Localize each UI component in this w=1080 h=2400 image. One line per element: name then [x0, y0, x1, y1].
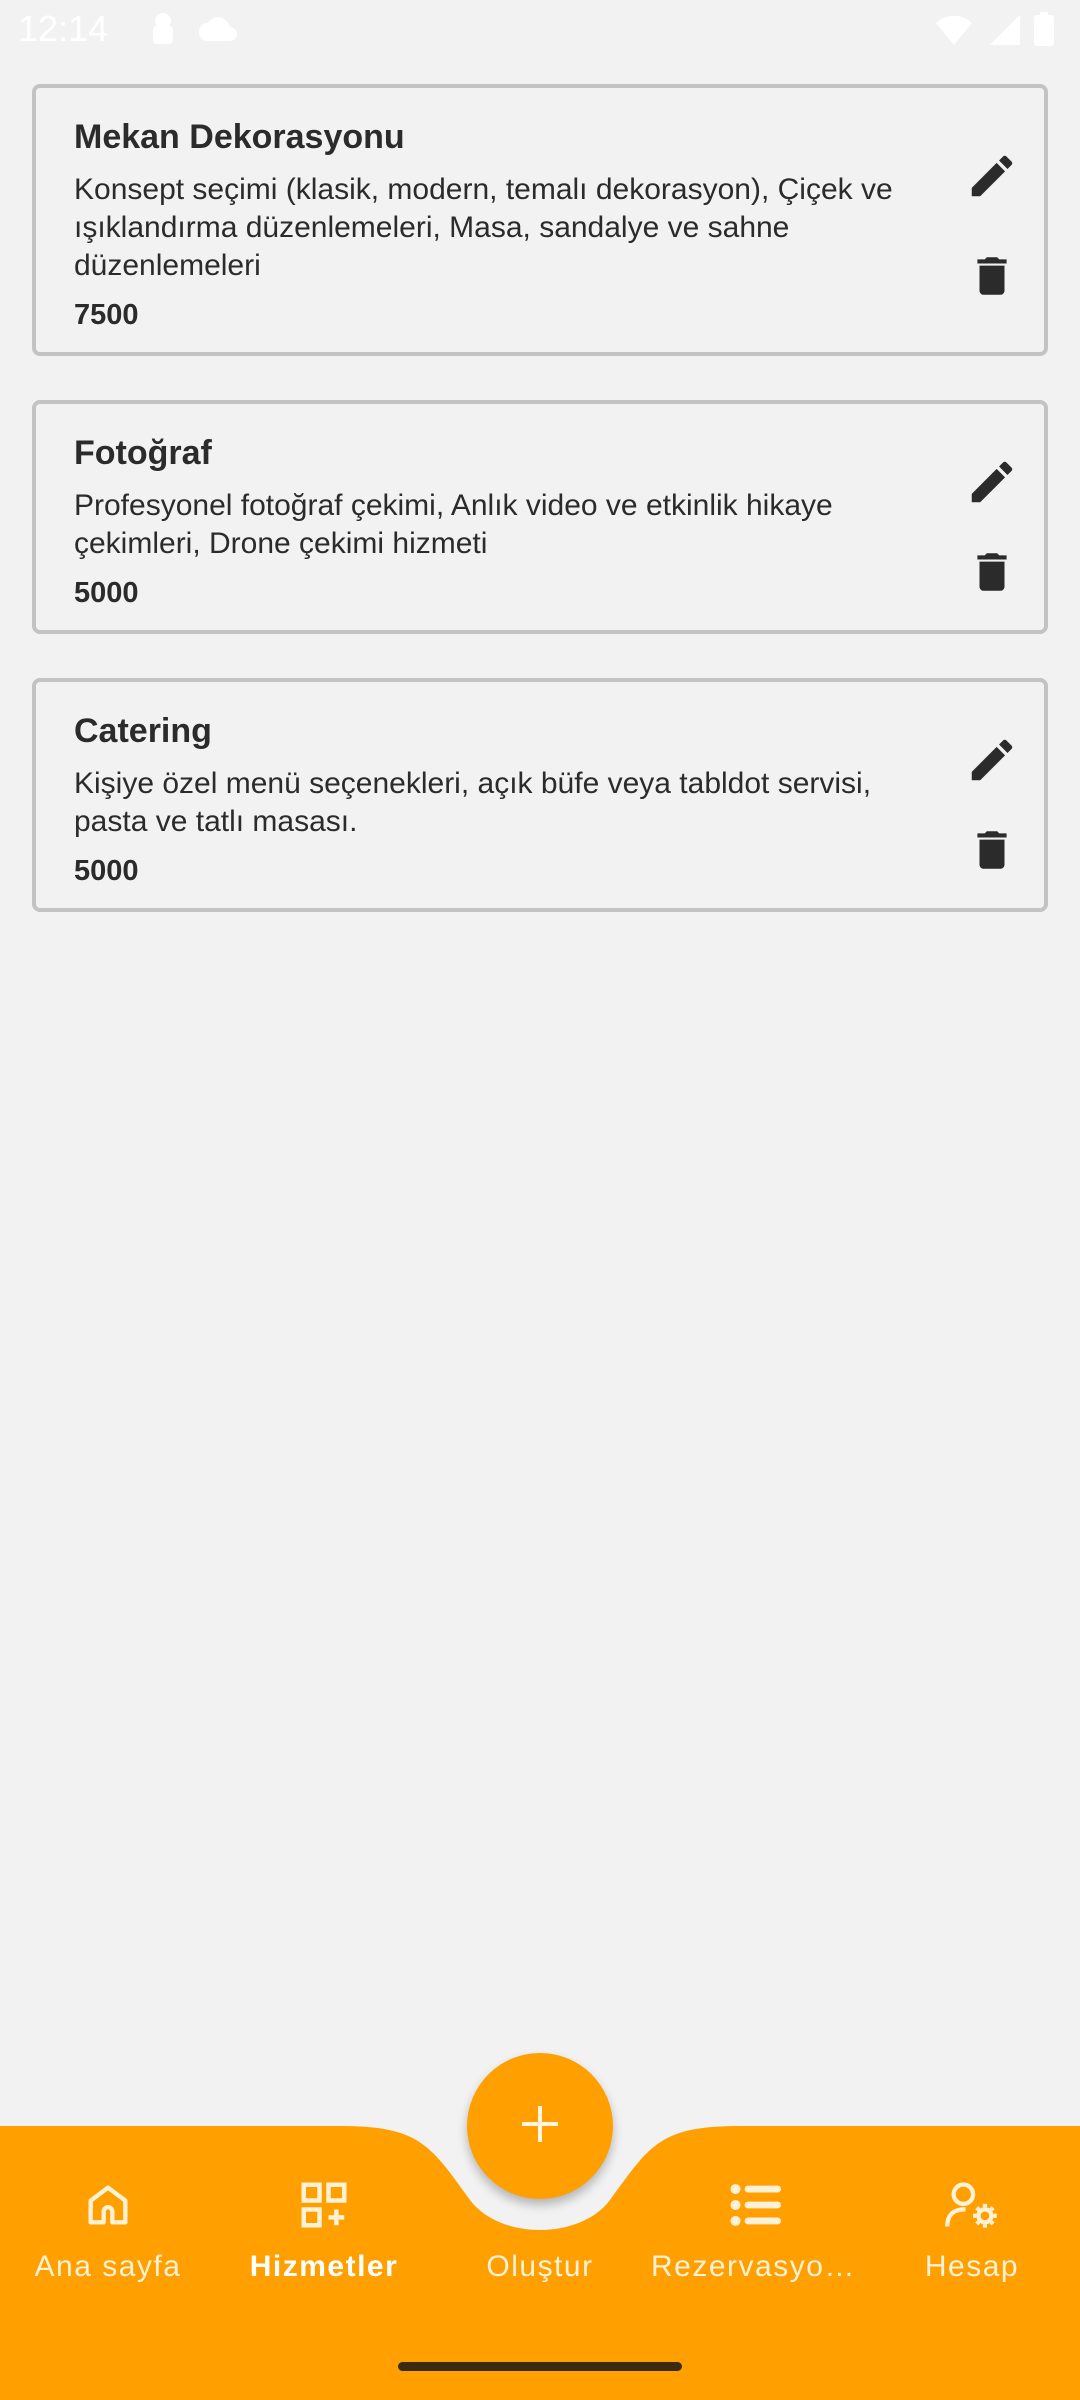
service-title: Fotoğraf: [74, 434, 212, 472]
status-time: 12:14: [18, 8, 109, 49]
service-list: Mekan Dekorasyonu Konsept seçimi (klasik…: [32, 84, 1048, 956]
nav-item-home[interactable]: Ana sayfa: [0, 2118, 216, 2318]
service-title: Mekan Dekorasyonu: [74, 118, 405, 156]
service-description: Kişiye özel menü seçenekleri, açık büfe …: [74, 767, 872, 838]
plus-icon: [518, 2102, 562, 2151]
service-price: 5000: [74, 577, 139, 609]
edit-icon[interactable]: [962, 146, 1022, 206]
home-icon: [82, 2170, 134, 2240]
service-card[interactable]: Catering Kişiye özel menü seçenekleri, a…: [32, 678, 1048, 912]
nav-label: Oluştur: [486, 2250, 594, 2283]
home-indicator: [398, 2362, 682, 2371]
user-settings-icon: [944, 2170, 1000, 2240]
nav-label: Hizmetler: [249, 2250, 399, 2283]
wifi-icon: [934, 13, 974, 50]
service-description: Konsept seçimi (klasik, modern, temalı d…: [74, 173, 893, 282]
edit-icon[interactable]: [962, 452, 1022, 512]
cloud-icon: [198, 15, 238, 48]
signal-icon: [988, 13, 1020, 50]
services-grid-icon: [297, 2170, 351, 2240]
service-card[interactable]: Fotoğraf Profesyonel fotoğraf çekimi, An…: [32, 400, 1048, 634]
service-title: Catering: [74, 712, 212, 750]
list-icon: [728, 2170, 784, 2240]
nav-label: Ana sayfa: [34, 2250, 182, 2283]
edit-icon[interactable]: [962, 730, 1022, 790]
delete-icon[interactable]: [962, 246, 1022, 306]
service-card[interactable]: Mekan Dekorasyonu Konsept seçimi (klasik…: [32, 84, 1048, 356]
battery-icon: [1034, 12, 1054, 51]
service-description: Profesyonel fotoğraf çekimi, Anlık video…: [74, 489, 833, 560]
lock-icon: [150, 12, 176, 51]
delete-icon[interactable]: [962, 542, 1022, 602]
nav-label: Rezervasyonlar: [651, 2250, 861, 2283]
nav-item-services[interactable]: Hizmetler: [216, 2118, 432, 2318]
nav-label: Hesap: [924, 2250, 1020, 2283]
create-fab-button[interactable]: [467, 2053, 613, 2199]
delete-icon[interactable]: [962, 820, 1022, 880]
nav-item-reservations[interactable]: Rezervasyonlar: [648, 2118, 864, 2318]
service-price: 7500: [74, 299, 139, 331]
nav-item-account[interactable]: Hesap: [864, 2118, 1080, 2318]
service-price: 5000: [74, 855, 139, 887]
status-bar: 12:14: [0, 0, 1080, 62]
